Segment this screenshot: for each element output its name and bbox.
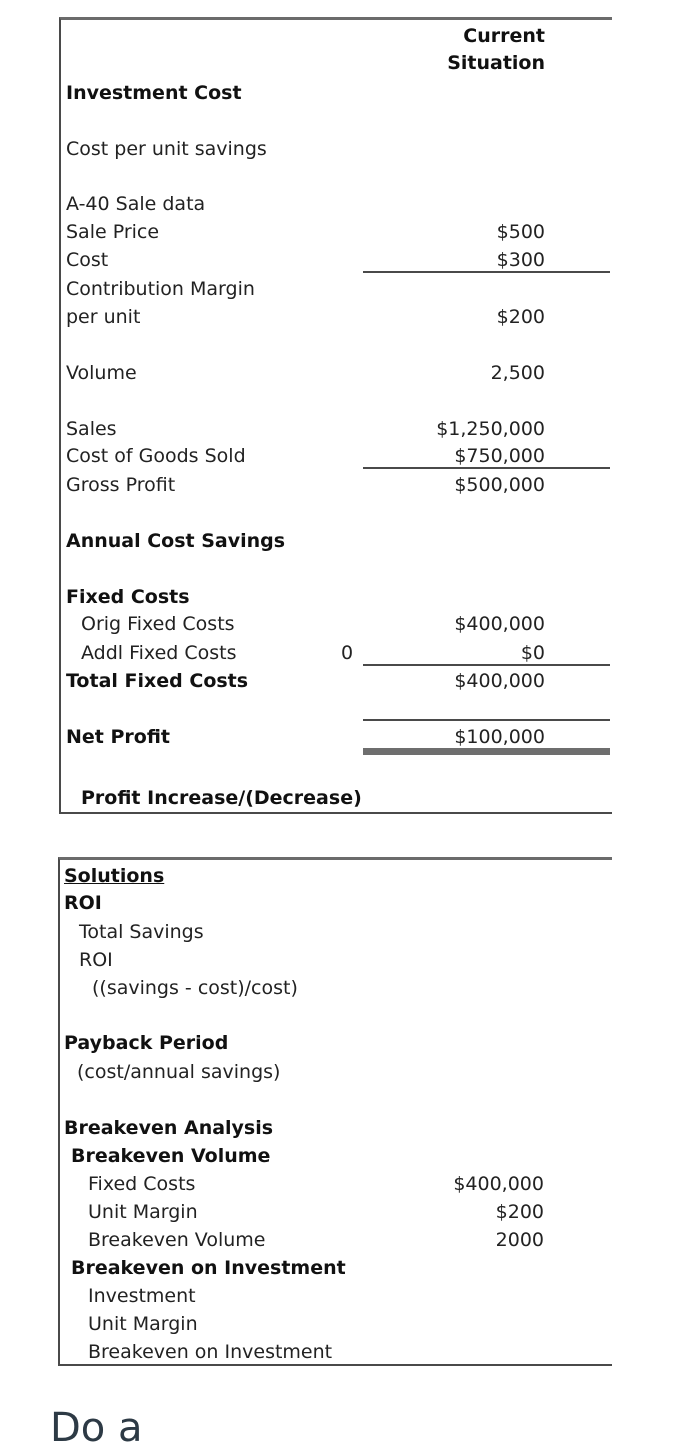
payback-heading: Payback Period (64, 1032, 229, 1054)
total-fixed-costs-label: Total Fixed Costs (66, 670, 249, 692)
sales-value: $1,250,000 (436, 418, 545, 440)
total-savings-label: Total Savings (79, 921, 204, 943)
roi-formula: ((savings - cost)/cost) (92, 977, 298, 999)
net-profit-double-rule (363, 748, 610, 755)
orig-fixed-costs-label: Orig Fixed Costs (81, 613, 235, 635)
cost-label: Cost (66, 249, 109, 271)
breakeven-investment-heading: Breakeven on Investment (71, 1257, 346, 1279)
profit-increase-label: Profit Increase/(Decrease) (81, 787, 362, 809)
contribution-margin-label-1: Contribution Margin (66, 278, 255, 300)
gross-profit-label: Gross Profit (66, 474, 176, 496)
net-profit-label: Net Profit (66, 726, 170, 748)
fixed-costs-label: Fixed Costs (88, 1173, 196, 1195)
column-header-line1: Current (463, 25, 545, 47)
fixed-costs-label: Fixed Costs (66, 586, 190, 608)
orig-fixed-costs-value: $400,000 (454, 613, 545, 635)
breakeven-volume-heading: Breakeven Volume (71, 1145, 271, 1167)
volume-label: Volume (66, 362, 137, 384)
subtotal-rule (363, 467, 610, 469)
cost-per-unit-savings-label: Cost per unit savings (66, 138, 267, 160)
sale-price-label: Sale Price (66, 221, 160, 243)
investment-label: Investment (88, 1285, 196, 1307)
gross-profit-value: $500,000 (454, 474, 545, 496)
net-profit-top-rule (363, 719, 610, 721)
breakeven-heading: Breakeven Analysis (64, 1117, 274, 1139)
unit-margin-label: Unit Margin (88, 1201, 198, 1223)
contribution-margin-label-2: per unit (66, 306, 141, 328)
addl-fixed-costs-value: $0 (520, 642, 545, 664)
sale-data-label: A-40 Sale data (66, 193, 206, 215)
breakeven-volume-value: 2000 (495, 1229, 544, 1251)
breakeven-investment-label: Breakeven on Investment (88, 1341, 333, 1363)
sale-price-value: $500 (496, 221, 545, 243)
investment-cost-label: Investment Cost (66, 82, 242, 104)
solutions-label: Solutions (64, 865, 165, 887)
breakeven-volume-label: Breakeven Volume (88, 1229, 266, 1251)
sales-label: Sales (66, 418, 117, 440)
unit-margin-value: $200 (495, 1201, 544, 1223)
unit-margin2-label: Unit Margin (88, 1313, 198, 1335)
subtotal-rule (363, 664, 610, 666)
contribution-margin-value: $200 (496, 306, 545, 328)
addl-fixed-costs-label: Addl Fixed Costs (81, 642, 237, 664)
annual-cost-savings-label: Annual Cost Savings (66, 530, 286, 552)
column-header-line2: Situation (447, 52, 545, 74)
profit-table (59, 17, 612, 814)
subtotal-rule (363, 271, 610, 273)
fixed-costs-value: $400,000 (453, 1173, 544, 1195)
total-fixed-costs-value: $400,000 (454, 670, 545, 692)
net-profit-value: $100,000 (454, 726, 545, 748)
roi-heading: ROI (64, 892, 102, 914)
cost-value: $300 (496, 249, 545, 271)
roi-label: ROI (79, 949, 113, 971)
footer-heading-partial: Do a (50, 1405, 143, 1451)
volume-value: 2,500 (490, 362, 545, 384)
payback-formula: (cost/annual savings) (77, 1061, 281, 1083)
cogs-label: Cost of Goods Sold (66, 445, 246, 467)
cogs-value: $750,000 (454, 445, 545, 467)
